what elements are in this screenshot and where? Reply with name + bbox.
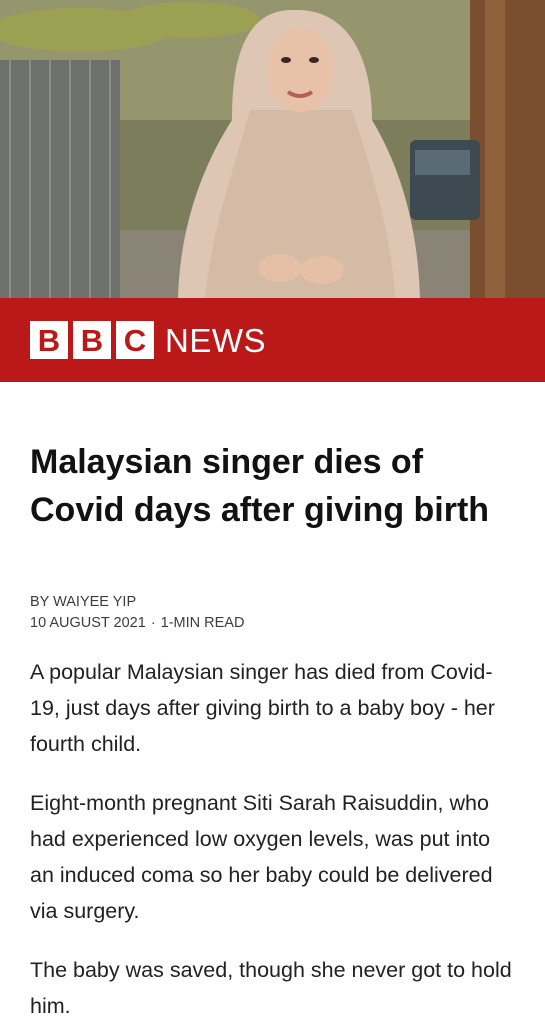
bbc-logo-letter-b2: B: [73, 321, 111, 359]
article-paragraph-2: Eight-month pregnant Siti Sarah Raisuddi…: [30, 791, 493, 923]
hero-photo-illustration: [0, 0, 545, 298]
article-body: Malaysian singer dies of Covid days afte…: [0, 438, 545, 1024]
news-wordmark: NEWS: [165, 321, 266, 359]
article-paragraph-1: A popular Malaysian singer has died from…: [30, 660, 495, 756]
byline-meta: 10 AUGUST 2021 · 1-MIN READ: [30, 613, 515, 634]
article-headline: Malaysian singer dies of Covid days afte…: [30, 443, 490, 529]
article-byline: BY WAIYEE YIP 10 AUGUST 2021 · 1-MIN READ: [30, 592, 515, 634]
byline-author: BY WAIYEE YIP: [30, 594, 137, 610]
byline-separator: ·: [150, 615, 156, 631]
bbc-logo: B B C: [30, 321, 154, 359]
bbc-logo-letter-b1: B: [30, 321, 68, 359]
bbc-logo-letter-c: C: [116, 321, 154, 359]
bbc-news-brand-bar: B B C NEWS: [0, 298, 545, 382]
byline-read-time: 1-MIN READ: [160, 615, 245, 631]
hero-photo: [0, 0, 545, 298]
article-paragraph-3: The baby was saved, though she never got…: [30, 958, 512, 1018]
byline-date: 10 AUGUST 2021: [30, 615, 146, 631]
